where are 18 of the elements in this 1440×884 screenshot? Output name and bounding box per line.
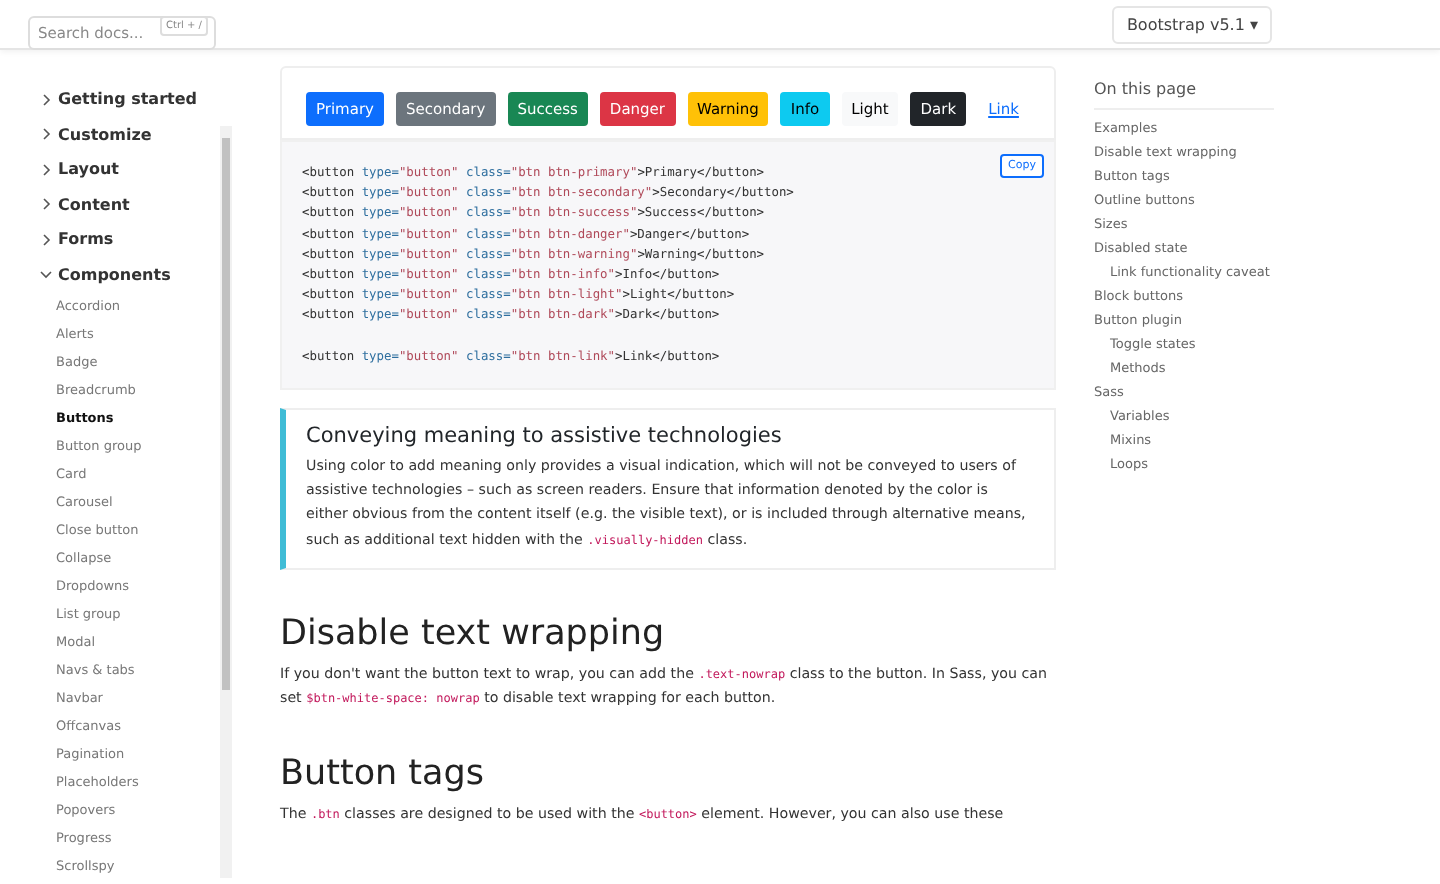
- section-heading: Button tags: [280, 754, 486, 795]
- sidebar-group[interactable]: Components: [40, 257, 220, 292]
- version-dropdown[interactable]: Bootstrap v5.1 ▾: [1112, 5, 1272, 43]
- chevron-down-icon: [40, 268, 52, 281]
- chevron-right-icon: [40, 93, 52, 106]
- chevron-right-icon: [40, 198, 52, 211]
- scrollbar[interactable]: [220, 126, 232, 878]
- sidebar-group[interactable]: Forms: [40, 222, 220, 257]
- chevron-right-icon: [40, 163, 52, 176]
- chevron-right-icon: [40, 233, 52, 246]
- chevron-right-icon: [40, 128, 52, 141]
- section-heading: Disable text wrapping: [280, 613, 667, 654]
- sidebar-group[interactable]: Content: [40, 187, 220, 222]
- sidebar-group[interactable]: Customize: [40, 117, 220, 152]
- sidebar-group[interactable]: Getting started: [40, 82, 220, 117]
- toc-title: On this page: [1094, 80, 1274, 110]
- callout-title: Conveying meaning to assistive technologies: [306, 423, 784, 448]
- sidebar-group[interactable]: Layout: [40, 152, 220, 187]
